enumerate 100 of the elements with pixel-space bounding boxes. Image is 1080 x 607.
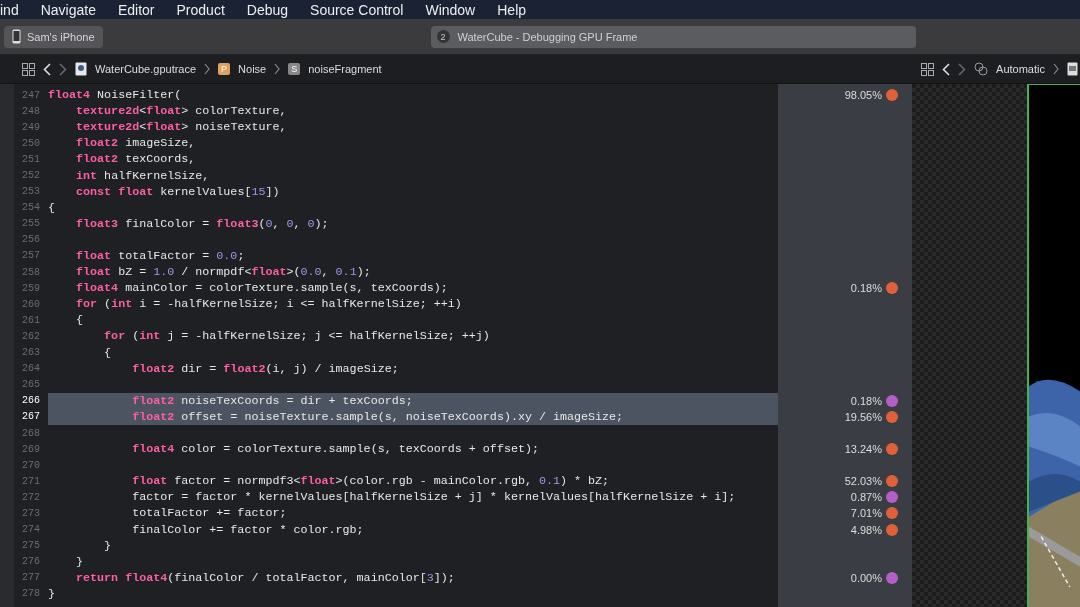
code-line: for (int j = -halfKernelSize; j <= halfKernelSize; ++j) bbox=[103, 329, 490, 344]
code-line: int halfKernelSize, bbox=[75, 168, 210, 183]
code-line: } bbox=[48, 586, 55, 601]
file-icon bbox=[75, 62, 87, 76]
line-number: 250 bbox=[21, 137, 41, 149]
code-line: texture2d<float> colorTexture, bbox=[75, 104, 287, 119]
line-number: 263 bbox=[21, 347, 41, 359]
code-line: for (int i = -halfKernelSize; i <= halfKernelSize; ++i) bbox=[75, 297, 462, 312]
file-icon bbox=[1067, 62, 1078, 76]
line-number: 268 bbox=[21, 427, 41, 439]
cost-percentage: 0.87% bbox=[850, 491, 882, 504]
line-number: 262 bbox=[21, 330, 41, 342]
menu-item[interactable]: Editor bbox=[117, 1, 155, 18]
line-number: 270 bbox=[21, 459, 41, 471]
code-line: float bZ = 1.0 / normpdf<float>(0.0, 0.1); bbox=[75, 265, 371, 280]
cost-percentage: 4.98% bbox=[850, 523, 882, 536]
code-line: factor = factor * kernelValues[halfKernelSize + j] * kernelValues[halfKernelSize + i]; bbox=[131, 490, 736, 505]
code-line: float4 mainColor = colorTexture.sample(s, texCoords); bbox=[75, 281, 448, 296]
path-item[interactable]: WaterCube.gputrace bbox=[95, 63, 197, 75]
assistant-mode[interactable]: Automatic bbox=[996, 63, 1045, 75]
line-number: 256 bbox=[21, 234, 41, 246]
line-number: 252 bbox=[21, 170, 41, 181]
code-line: float4 color = colorTexture.sample(s, texCoords + offset); bbox=[131, 442, 539, 457]
code-line: float2 noiseTexCoords = dir + texCoords; bbox=[131, 393, 413, 408]
chevron-icon bbox=[274, 63, 281, 75]
line-number: 267 bbox=[21, 411, 41, 423]
menu-item[interactable]: Help bbox=[497, 1, 527, 18]
code-line: float2 offset = noiseTexture.sample(s, noiseTexCoords).xy / imageSize; bbox=[131, 409, 624, 424]
code-line: } bbox=[103, 538, 112, 553]
cost-percentage: 13.24% bbox=[844, 443, 882, 456]
count-badge: 2 bbox=[436, 30, 450, 43]
line-number: 272 bbox=[21, 491, 41, 503]
code-line: float2 imageSize, bbox=[75, 136, 196, 151]
line-number: 269 bbox=[21, 443, 41, 455]
grid-icon[interactable] bbox=[921, 62, 935, 76]
menu-item[interactable]: Window bbox=[425, 1, 476, 18]
chevron-icon bbox=[204, 63, 211, 75]
line-number: 276 bbox=[21, 556, 41, 568]
code-line: float2 texCoords, bbox=[75, 152, 196, 167]
line-number: 257 bbox=[21, 250, 41, 262]
back-icon[interactable] bbox=[942, 62, 951, 76]
cost-percentage: 19.56% bbox=[844, 410, 882, 423]
symbol-badge: P bbox=[218, 63, 231, 75]
line-number: 265 bbox=[21, 379, 41, 391]
back-icon[interactable] bbox=[43, 62, 51, 76]
code-line: finalColor += factor * color.rgb; bbox=[131, 522, 364, 537]
symbol-badge: S bbox=[288, 63, 301, 75]
code-line: { bbox=[75, 313, 84, 328]
line-number: 260 bbox=[21, 298, 41, 310]
line-number: 273 bbox=[21, 508, 41, 519]
line-number: 248 bbox=[21, 105, 41, 117]
code-line: float4 NoiseFilter( bbox=[48, 88, 182, 103]
cost-percentage: 0.18% bbox=[850, 282, 882, 295]
line-number: 274 bbox=[21, 524, 41, 536]
code-line: texture2d<float> noiseTexture, bbox=[75, 120, 287, 135]
code-line: float factor = normpdf3<float>(color.rgb - mainColor.rgb, 0.1) * bZ; bbox=[131, 474, 610, 489]
cost-percentage: 52.03% bbox=[844, 475, 882, 488]
code-line: float totalFactor = 0.0; bbox=[75, 249, 245, 263]
line-number: 254 bbox=[21, 202, 41, 214]
scheme-button[interactable]: Sam's iPhone bbox=[4, 25, 103, 48]
chevron-icon bbox=[1053, 63, 1059, 75]
forward-icon[interactable] bbox=[958, 62, 967, 76]
line-number: 278 bbox=[21, 588, 41, 600]
code-line: float3 finalColor = float3(0, 0, 0); bbox=[75, 216, 329, 231]
menu-item[interactable]: Product bbox=[176, 1, 225, 18]
line-number: 277 bbox=[21, 572, 41, 584]
line-number: 264 bbox=[21, 363, 41, 375]
line-number: 271 bbox=[21, 475, 41, 487]
menu-item[interactable]: ind bbox=[0, 1, 19, 18]
menu-item[interactable]: Debug bbox=[246, 1, 289, 18]
menu-item[interactable]: Source Control bbox=[310, 1, 404, 18]
line-number: 259 bbox=[21, 282, 41, 294]
line-number: 266 bbox=[21, 395, 41, 407]
cost-percentage: 0.00% bbox=[850, 571, 882, 584]
line-number: 247 bbox=[21, 89, 41, 101]
code-line: { bbox=[103, 345, 112, 360]
cost-percentage: 98.05% bbox=[844, 89, 882, 102]
activity-title: WaterCube - Debugging GPU Frame bbox=[457, 30, 638, 43]
code-line: totalFactor += factor; bbox=[131, 506, 287, 521]
grid-icon[interactable] bbox=[22, 62, 35, 76]
path-item[interactable]: noiseFragment bbox=[308, 63, 382, 75]
code-line: const float kernelValues[15]) bbox=[75, 184, 280, 199]
forward-icon[interactable] bbox=[59, 62, 67, 76]
phone-icon bbox=[12, 29, 21, 44]
line-number: 258 bbox=[21, 266, 41, 278]
cost-percentage: 0.18% bbox=[850, 394, 882, 407]
code-line: { bbox=[48, 200, 55, 215]
line-number: 251 bbox=[21, 153, 41, 165]
line-number: 249 bbox=[21, 121, 41, 133]
line-number: 255 bbox=[21, 218, 41, 230]
code-line: float2 dir = float2(i, j) / imageSize; bbox=[131, 361, 399, 376]
line-number: 275 bbox=[21, 540, 41, 552]
cost-percentage: 7.01% bbox=[850, 507, 882, 520]
code-line: } bbox=[75, 554, 84, 569]
line-number: 261 bbox=[21, 314, 41, 326]
line-number: 253 bbox=[21, 186, 41, 198]
menu-item[interactable]: Navigate bbox=[40, 1, 96, 18]
code-line: return float4(finalColor / totalFactor, mainColor[3]); bbox=[75, 570, 455, 585]
path-item[interactable]: Noise bbox=[238, 63, 267, 75]
linked-circles-icon bbox=[974, 62, 989, 76]
